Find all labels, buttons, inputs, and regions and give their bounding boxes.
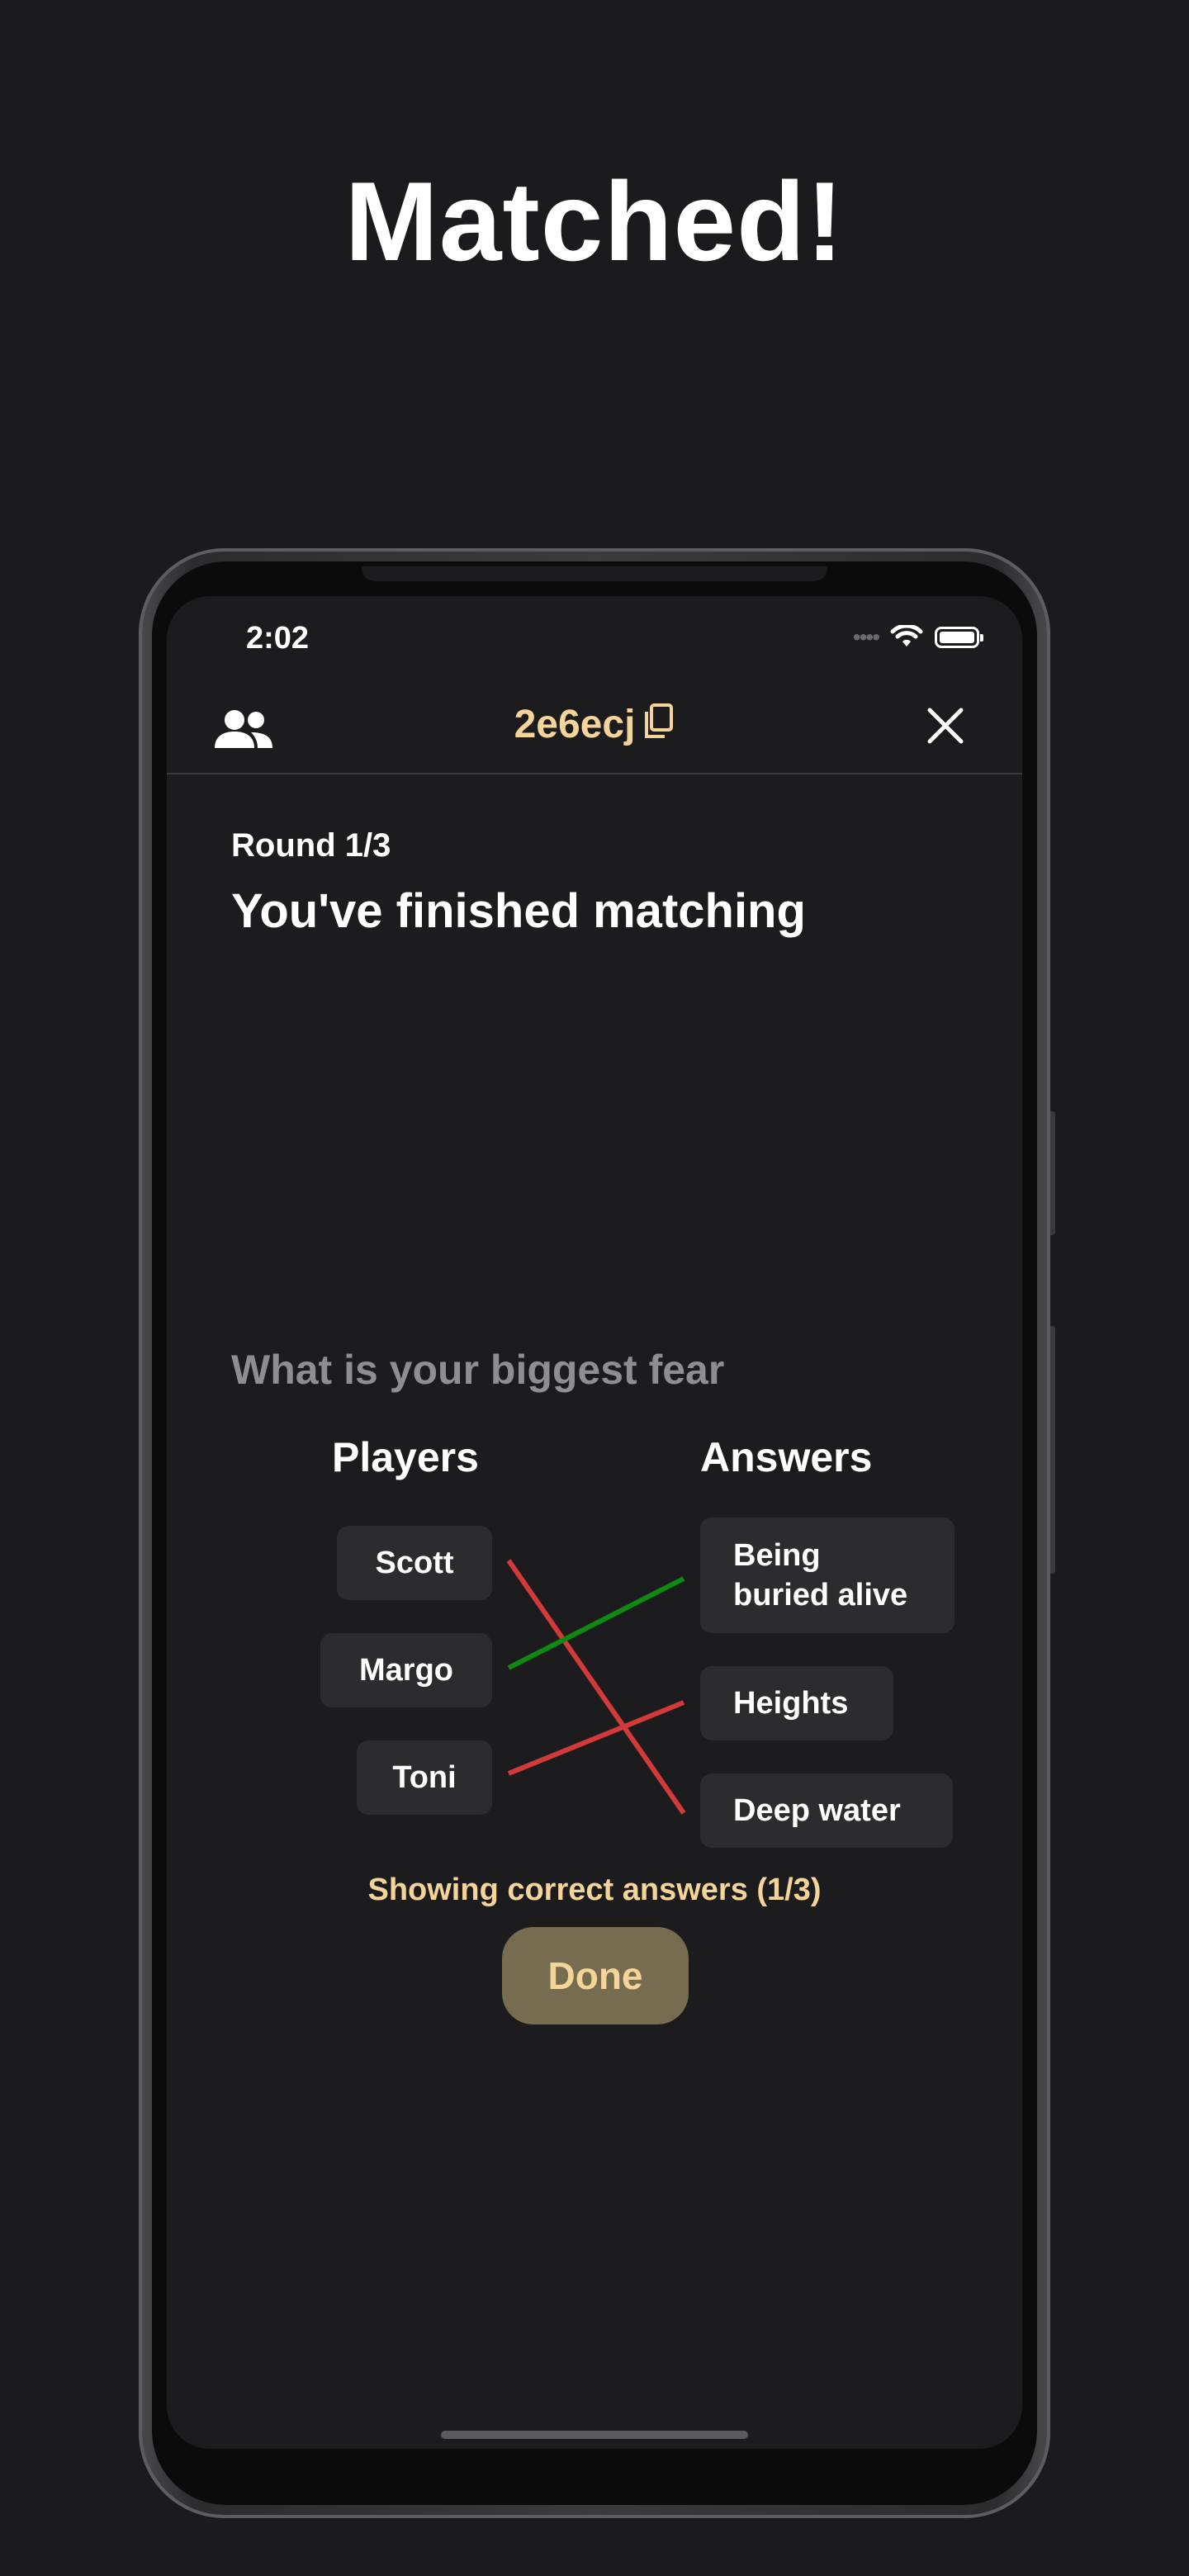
match-lines (506, 1559, 686, 1815)
home-indicator[interactable] (441, 2431, 748, 2439)
headline: Matched! (344, 159, 845, 284)
app-screen: 2:02 •••• 2e6ecj Round 1/3 You've finish… (167, 596, 1022, 2449)
match-line-margo-buried-alive (507, 1576, 685, 1670)
match-line-scott-deep-water (506, 1559, 686, 1815)
phone-speaker (362, 566, 827, 581)
done-button[interactable]: Done (502, 1927, 689, 2024)
status-message: Showing correct answers (1/3) (367, 1873, 822, 1907)
match-line-toni-heights (507, 1700, 685, 1776)
